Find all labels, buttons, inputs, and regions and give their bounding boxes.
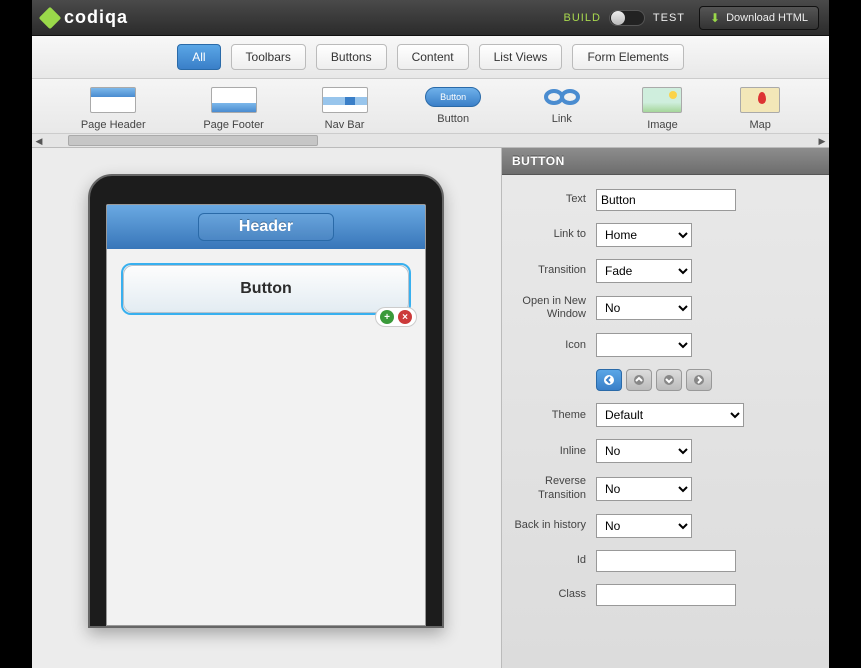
test-label: TEST [653, 12, 685, 24]
select-transition[interactable]: Fade [596, 259, 692, 283]
palette-label: Nav Bar [325, 119, 365, 131]
screen-header[interactable]: Header [107, 205, 425, 249]
logo-text: codiqa [64, 7, 128, 28]
palette: Page Header Page Footer Nav Bar Button B… [32, 79, 829, 148]
category-toolbars[interactable]: Toolbars [231, 44, 306, 70]
icon-pos-right[interactable] [686, 369, 712, 391]
download-label: Download HTML [726, 12, 808, 24]
button-icon: Button [425, 87, 481, 107]
canvas-button[interactable]: Button [123, 265, 409, 313]
category-list-views[interactable]: List Views [479, 44, 563, 70]
link-icon [539, 87, 585, 107]
palette-label: Button [437, 113, 469, 125]
mode-switch[interactable] [609, 10, 645, 26]
palette-label: Image [647, 119, 678, 131]
properties-panel: BUTTON Text Link to Home Transition Fade [501, 148, 829, 668]
category-content[interactable]: Content [397, 44, 469, 70]
category-all[interactable]: All [177, 44, 220, 70]
icon-pos-bottom[interactable] [656, 369, 682, 391]
input-text[interactable] [596, 189, 736, 211]
label-link-to: Link to [502, 228, 586, 241]
palette-label: Page Header [81, 119, 146, 131]
select-link-to[interactable]: Home [596, 223, 692, 247]
label-open-new: Open in New Window [502, 295, 586, 321]
download-html-button[interactable]: ⬇ Download HTML [699, 6, 819, 30]
add-handle-icon[interactable]: + [380, 310, 394, 324]
label-back-hist: Back in history [502, 519, 586, 532]
palette-nav-bar[interactable]: Nav Bar [322, 87, 368, 131]
scroll-left-icon[interactable]: ◀ [32, 134, 46, 148]
selected-element[interactable]: Button + × [121, 263, 411, 315]
label-text: Text [502, 193, 586, 206]
download-icon: ⬇ [710, 11, 720, 25]
scroll-thumb[interactable] [68, 135, 318, 146]
palette-link[interactable]: Link [539, 87, 585, 131]
category-buttons[interactable]: Buttons [316, 44, 387, 70]
nav-bar-icon [322, 87, 368, 113]
palette-map[interactable]: Map [740, 87, 780, 131]
select-rev-trans[interactable]: No [596, 477, 692, 501]
map-icon [740, 87, 780, 113]
build-test-toggle: BUILD TEST [563, 10, 685, 26]
label-id: Id [502, 554, 586, 567]
category-form-elements[interactable]: Form Elements [572, 44, 683, 70]
properties-title: BUTTON [502, 148, 829, 175]
palette-page-footer[interactable]: Page Footer [203, 87, 264, 131]
select-open-new[interactable]: No [596, 296, 692, 320]
palette-scrollbar[interactable]: ◀ ▶ [32, 133, 829, 147]
select-back-hist[interactable]: No [596, 514, 692, 538]
topbar: codiqa BUILD TEST ⬇ Download HTML [32, 0, 829, 36]
device-frame: Header Button + × [88, 174, 444, 628]
label-class: Class [502, 588, 586, 601]
page-header-icon [90, 87, 136, 113]
build-label: BUILD [563, 12, 600, 24]
image-icon [642, 87, 682, 113]
input-id[interactable] [596, 550, 736, 572]
label-theme: Theme [502, 409, 586, 422]
palette-page-header[interactable]: Page Header [81, 87, 146, 131]
palette-label: Link [552, 113, 572, 125]
select-inline[interactable]: No [596, 439, 692, 463]
device-screen[interactable]: Header Button + × [106, 204, 426, 626]
select-icon[interactable] [596, 333, 692, 357]
input-class[interactable] [596, 584, 736, 606]
delete-handle-icon[interactable]: × [398, 310, 412, 324]
icon-pos-top[interactable] [626, 369, 652, 391]
logo: codiqa [42, 7, 128, 28]
canvas: Header Button + × [32, 148, 501, 668]
icon-pos-left[interactable] [596, 369, 622, 391]
screen-header-title: Header [198, 213, 334, 241]
label-icon: Icon [502, 339, 586, 352]
palette-image[interactable]: Image [642, 87, 682, 131]
palette-button[interactable]: Button Button [425, 87, 481, 131]
select-theme[interactable]: Default [596, 403, 744, 427]
label-inline: Inline [502, 445, 586, 458]
label-transition: Transition [502, 264, 586, 277]
logo-icon [39, 6, 62, 29]
label-rev-trans: Reverse Transition [502, 475, 586, 501]
category-tabs: All Toolbars Buttons Content List Views … [32, 36, 829, 79]
palette-label: Map [749, 119, 770, 131]
scroll-right-icon[interactable]: ▶ [815, 134, 829, 148]
palette-label: Page Footer [203, 119, 264, 131]
page-footer-icon [211, 87, 257, 113]
